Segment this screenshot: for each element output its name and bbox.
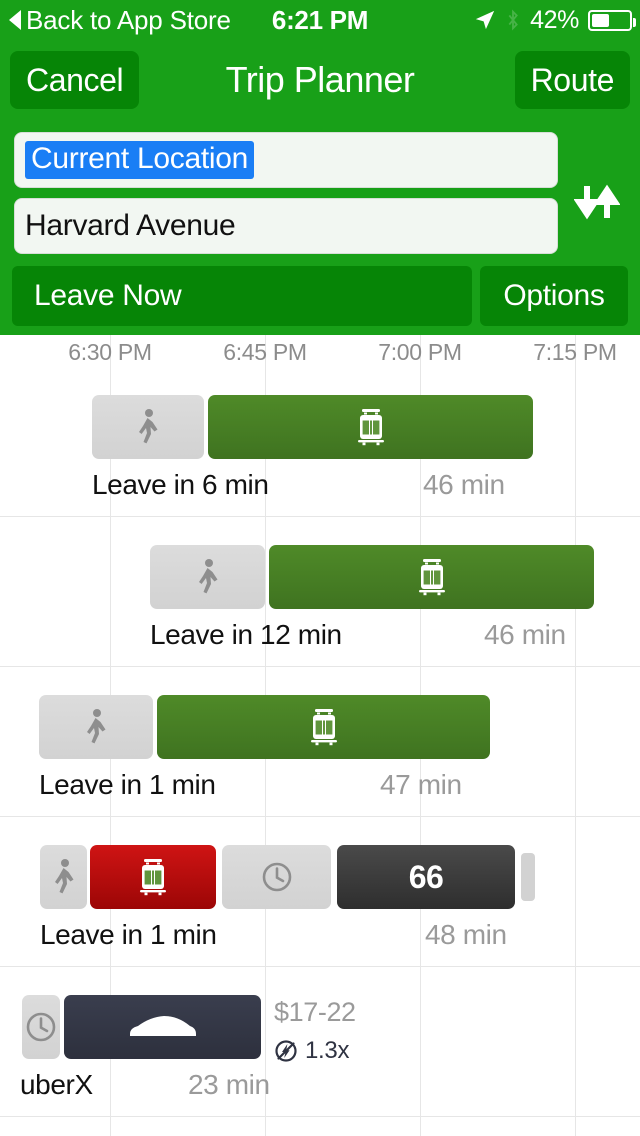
trip-duration-label: 46 min [423,469,505,500]
swap-vertical-icon [574,184,620,220]
leave-time-label: Leave in 12 min [150,619,342,650]
trip-duration-label: 47 min [380,769,462,800]
clock-icon [262,862,291,892]
uber-surge-label: 1.3x [305,1037,350,1064]
destination-input[interactable]: Harvard Avenue [14,198,558,254]
light-rail-icon [140,859,166,896]
itinerary-row[interactable]: Leave in 6 min 46 min [0,367,640,517]
battery-fill [592,13,609,27]
car-icon [129,1016,196,1036]
battery-percent-label: 42% [530,5,579,34]
itinerary-segment-rail [157,695,490,759]
battery-icon [588,9,636,31]
clock-icon [26,1012,56,1042]
itinerary-segment-rail [90,845,216,909]
origin-input[interactable]: Current Location [14,132,558,188]
itinerary-segment-rail [269,545,594,609]
itinerary-row[interactable]: Leave in 1 min 47 min [0,667,640,817]
timeline-tick-label: 7:00 PM [378,339,462,365]
status-bar-indicators: 42% [474,5,636,35]
itinerary-results[interactable]: 6:30 PM 6:45 PM 7:00 PM 7:15 PM Leave in 6 … [0,335,640,1136]
route-button[interactable]: Route [514,51,630,109]
navigation-bar: Trip Planner Cancel Route [0,40,640,120]
itinerary-segment-bus: 66 [337,845,515,909]
trip-duration-label: 46 min [484,619,566,650]
trip-planner-screen: Back to App Store 6:21 PM 42% Trip Plann… [0,0,640,1136]
light-rail-icon [357,409,384,446]
itinerary-segment-tail [521,853,535,901]
itinerary-segment-walk [92,395,204,459]
leave-time-label: Leave in 1 min [40,919,217,950]
trip-form: Current Location Harvard Avenue Leave No… [0,120,640,335]
itinerary-segment-wait [222,845,331,909]
itinerary-segment-rail [208,395,533,459]
walking-person-icon [198,559,217,594]
itinerary-segment-walk [39,695,153,759]
uber-segment-wait [22,995,60,1059]
timeline-tick-label: 6:30 PM [68,339,152,365]
walking-person-icon [139,409,158,444]
itinerary-segment-walk [40,845,87,909]
options-button[interactable]: Options [480,266,628,326]
bluetooth-icon [508,9,519,31]
timeline-tick-label: 6:45 PM [223,339,307,365]
walking-person-icon [54,859,73,894]
walking-person-icon [87,709,106,744]
route-number-label: 66 [408,858,444,895]
destination-value: Harvard Avenue [25,209,236,242]
trip-options-row: Leave Now Options [0,266,640,326]
swap-endpoints-button[interactable] [568,176,626,228]
uber-surge-multiplier: 1.3x [274,1037,349,1065]
timeline-axis: 6:30 PM 6:45 PM 7:00 PM 7:15 PM [0,335,640,367]
location-arrow-icon [475,10,495,30]
uber-row[interactable]: uberX 23 min $17-22 1.3x [0,967,640,1117]
timeline-tick-label: 7:15 PM [533,339,617,365]
light-rail-icon [418,559,445,596]
origin-value: Current Location [25,141,254,179]
leave-time-label: Leave in 6 min [92,469,269,500]
leave-time-button[interactable]: Leave Now [12,266,472,326]
status-bar: Back to App Store 6:21 PM 42% [0,0,640,40]
uber-duration-label: 23 min [188,1069,270,1100]
leave-time-label: Leave in 1 min [39,769,216,800]
surge-bolt-icon [275,1040,297,1062]
uber-segment-car [64,995,261,1059]
itinerary-segment-walk [150,545,265,609]
itinerary-row[interactable]: 66 Leave in 1 min 48 min [0,817,640,967]
itinerary-row[interactable]: Leave in 12 min 46 min [0,517,640,667]
trip-duration-label: 48 min [425,919,507,950]
uber-price-label: $17-22 [274,997,356,1027]
light-rail-icon [310,709,337,746]
cancel-button[interactable]: Cancel [10,51,140,109]
uber-service-label: uberX [20,1069,93,1100]
